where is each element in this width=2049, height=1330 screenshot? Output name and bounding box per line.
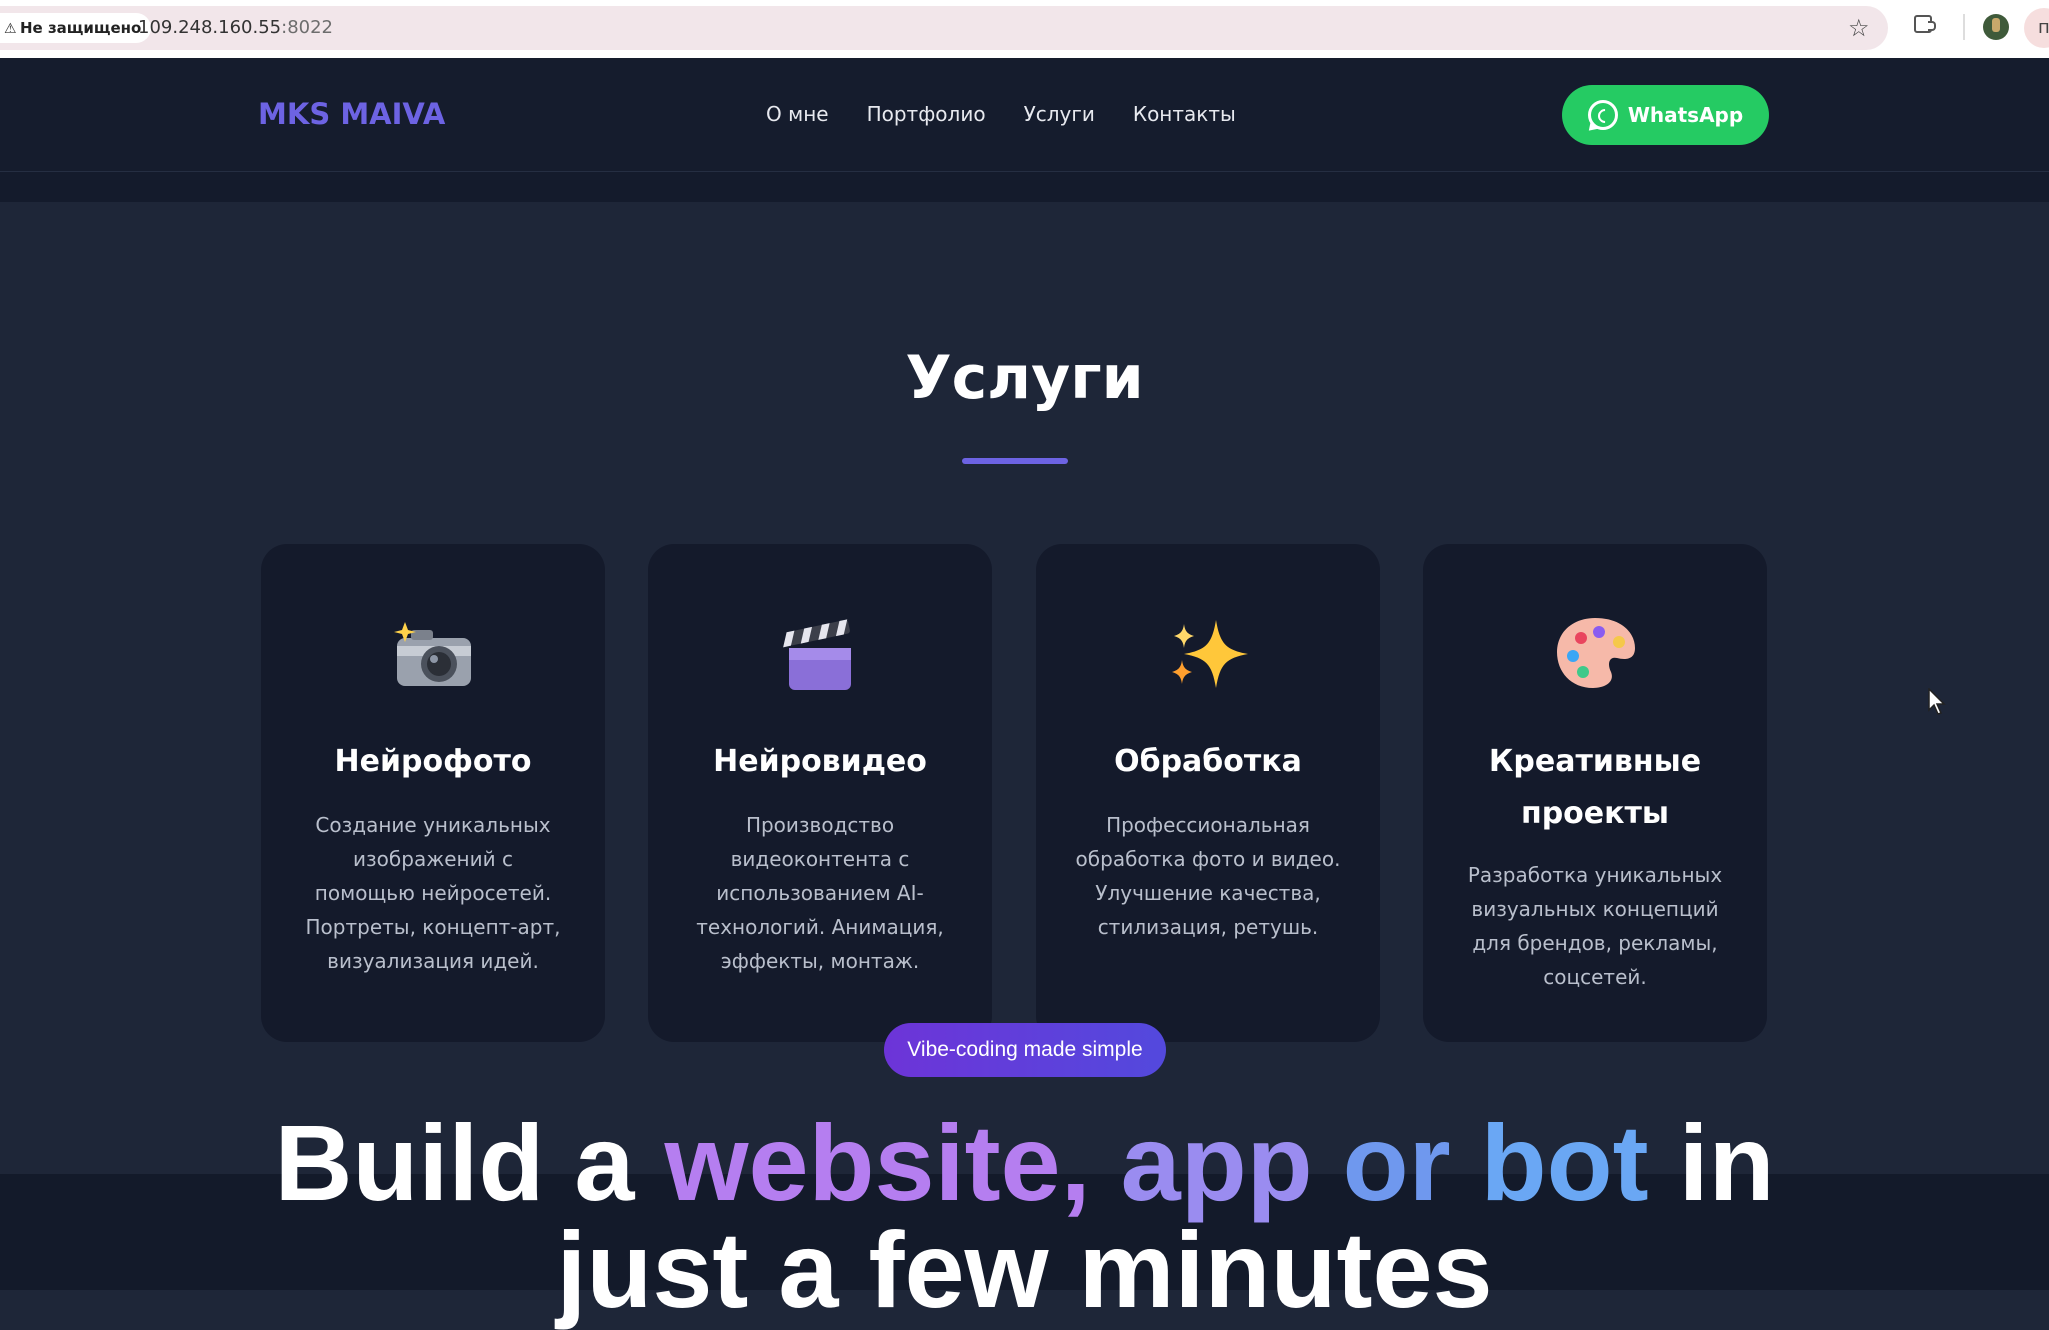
headline-text: in bbox=[1648, 1102, 1775, 1223]
headline-text: Build a bbox=[274, 1102, 665, 1223]
card-title-line: проекты bbox=[1520, 796, 1670, 831]
desc-line: Портреты, концепт-арт, bbox=[305, 915, 561, 939]
card-description: Производство видеоконтента с использован… bbox=[684, 808, 956, 978]
desc-line: для брендов, рекламы, bbox=[1472, 931, 1718, 955]
desc-line: изображений с bbox=[353, 847, 513, 871]
toolbar-divider bbox=[1963, 14, 1965, 40]
nav-link-about[interactable]: О мне bbox=[766, 100, 829, 128]
service-card-processing: Обработка Профессиональная обработка фот… bbox=[1036, 544, 1380, 1042]
card-title: Нейровидео bbox=[713, 744, 927, 779]
sparkles-icon bbox=[1036, 612, 1380, 692]
desc-line: видеоконтента с bbox=[730, 847, 910, 871]
url-text[interactable]: 109.248.160.55:8022 bbox=[138, 18, 333, 38]
bookmark-star-icon[interactable]: ☆ bbox=[1848, 16, 1870, 40]
card-title: Обработка bbox=[1114, 744, 1302, 779]
extensions-icon[interactable] bbox=[1914, 15, 1936, 33]
whatsapp-label: WhatsApp bbox=[1627, 103, 1744, 127]
card-description: Профессиональная обработка фото и видео.… bbox=[1072, 808, 1344, 944]
url-port: :8022 bbox=[281, 17, 334, 38]
desc-line: Профессиональная bbox=[1106, 813, 1310, 837]
nav-link-portfolio[interactable]: Портфолио bbox=[867, 100, 986, 128]
browser-toolbar: ⚠ Не защищено 109.248.160.55:8022 ☆ п bbox=[0, 0, 2049, 58]
card-description: Разработка уникальных визуальных концепц… bbox=[1459, 858, 1731, 994]
desc-line: Производство bbox=[745, 813, 895, 837]
card-title: Креативные проекты bbox=[1443, 736, 1747, 840]
headline-highlight: bot bbox=[1450, 1102, 1649, 1223]
main-nav: О мне Портфолио Услуги Контакты bbox=[766, 100, 1236, 128]
card-title-line: Креативные bbox=[1488, 744, 1702, 779]
address-bar[interactable]: ⚠ Не защищено 109.248.160.55:8022 ☆ bbox=[0, 6, 1888, 50]
browser-menu-button[interactable]: п bbox=[2024, 8, 2049, 48]
whatsapp-icon bbox=[1587, 100, 1618, 130]
desc-line: визуальных концепций bbox=[1471, 897, 1719, 921]
url-host: 109.248.160.55 bbox=[138, 17, 282, 38]
desc-line: Создание уникальных bbox=[315, 813, 551, 837]
security-indicator[interactable]: ⚠ Не защищено bbox=[0, 13, 152, 43]
section-title: Услуги bbox=[905, 343, 1144, 413]
palette-icon bbox=[1423, 612, 1767, 692]
card-title: Нейрофото bbox=[334, 744, 532, 779]
service-card-creative: Креативные проекты Разработка уникальных… bbox=[1423, 544, 1767, 1042]
camera-icon bbox=[261, 612, 605, 692]
nav-link-services[interactable]: Услуги bbox=[1024, 100, 1095, 128]
promo-headline: Build a website, app or bot in bbox=[0, 1103, 2049, 1223]
title-underline bbox=[962, 458, 1068, 464]
desc-line: технологий. Анимация, bbox=[696, 915, 944, 939]
headline-highlight: website, bbox=[664, 1102, 1091, 1223]
warning-icon: ⚠ bbox=[4, 21, 17, 37]
clapperboard-icon bbox=[648, 612, 992, 692]
desc-line: визуализация идей. bbox=[327, 949, 539, 973]
promo-pill: Vibe-coding made simple bbox=[884, 1023, 1166, 1077]
card-description: Создание уникальных изображений с помощь… bbox=[297, 808, 569, 978]
desc-line: эффекты, монтаж. bbox=[720, 949, 920, 973]
desc-line: соцсетей. bbox=[1543, 965, 1647, 989]
service-card-neurovideo: Нейровидео Производство видеоконтента с … bbox=[648, 544, 992, 1042]
header-shadow-band bbox=[0, 172, 2049, 202]
site-logo[interactable]: MKS MAIVA bbox=[258, 96, 445, 132]
whatsapp-button[interactable]: WhatsApp bbox=[1562, 85, 1769, 145]
service-card-neurophoto: Нейрофото Создание уникальных изображени… bbox=[261, 544, 605, 1042]
profile-avatar[interactable] bbox=[1983, 14, 2009, 40]
nav-link-contacts[interactable]: Контакты bbox=[1133, 100, 1236, 128]
security-label: Не защищено bbox=[20, 19, 142, 37]
desc-line: использованием AI- bbox=[716, 881, 924, 905]
desc-line: Улучшение качества, bbox=[1095, 881, 1321, 905]
desc-line: стилизация, ретушь. bbox=[1097, 915, 1319, 939]
desc-line: Разработка уникальных bbox=[1467, 863, 1723, 887]
desc-line: помощью нейросетей. bbox=[314, 881, 552, 905]
headline-highlight: or bbox=[1312, 1102, 1451, 1223]
promo-headline-line2: just a few minutes bbox=[556, 1209, 1493, 1330]
desc-line: обработка фото и видео. bbox=[1075, 847, 1341, 871]
headline-highlight: app bbox=[1090, 1102, 1313, 1223]
